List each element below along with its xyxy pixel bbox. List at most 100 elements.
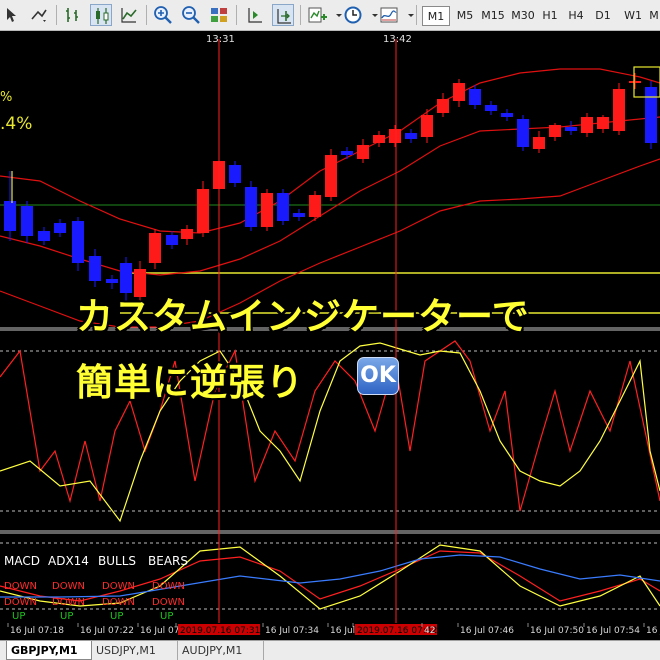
candle-body-3: [54, 223, 66, 233]
candle-body-17: [277, 193, 289, 221]
zoom-out-icon[interactable]: [180, 4, 202, 26]
indicator-label-1: ADX14: [48, 554, 89, 568]
time-label-2: 13:42: [383, 34, 412, 45]
timeframe-m15[interactable]: M15: [478, 6, 508, 26]
candle-body-38: [613, 89, 625, 131]
time-axis: 16 Jul 07:18 16 Jul 07:22 16 Jul 07:2019.0…: [0, 623, 660, 636]
candle-body-20: [325, 155, 337, 197]
cursor-icon[interactable]: [2, 4, 24, 26]
axis-label-2: 16 Jul 07:: [140, 626, 183, 636]
symbol-tabs: GBPJPY,M1 USDJPY,M1 AUDJPY,M1: [0, 640, 660, 660]
candle-body-4: [72, 221, 84, 263]
candle-body-11: [181, 229, 193, 239]
timeframe-h4[interactable]: H4: [564, 6, 588, 26]
signal-row1-1: DOWN: [52, 581, 85, 592]
candle-body-6: [106, 279, 118, 283]
axis-label-9: 16 Jul 07:50: [530, 626, 584, 636]
upper-band: [0, 68, 660, 234]
candle-body-2: [38, 231, 50, 241]
draw-tools-icon[interactable]: [28, 4, 50, 26]
indicators-dropdown-icon[interactable]: [328, 4, 342, 26]
candle-body-40: [645, 87, 657, 143]
candle-body-15: [245, 187, 257, 227]
signal-row2-0: DOWN: [4, 597, 37, 608]
axis-label-11: 16 J: [646, 626, 660, 636]
periods-clock-icon[interactable]: [342, 4, 364, 26]
signal-row2-2: DOWN: [102, 597, 135, 608]
time-label-1: 13:31: [206, 34, 235, 45]
candle-body-25: [405, 133, 417, 139]
candle-body-5: [89, 256, 101, 281]
candle-body-12: [197, 189, 209, 233]
candle-body-31: [501, 113, 513, 117]
timeframe-m5[interactable]: M5: [452, 6, 478, 26]
timeframe-mn-cut[interactable]: M: [648, 6, 660, 26]
pct-label: .4%: [0, 114, 32, 134]
timeframe-m1[interactable]: M1: [422, 6, 450, 26]
candle-body-23: [373, 135, 385, 143]
candle-body-9: [149, 233, 161, 263]
zoom-in-icon[interactable]: [152, 4, 174, 26]
signal-row2-3: DOWN: [152, 597, 185, 608]
candle-body-16: [261, 193, 273, 227]
auto-scroll-icon[interactable]: [244, 4, 266, 26]
candle-body-33: [533, 137, 545, 149]
candle-body-19: [309, 195, 321, 217]
periods-dropdown-icon[interactable]: [364, 4, 378, 26]
candlestick-chart-icon[interactable]: [90, 4, 112, 26]
candle-body-18: [293, 213, 305, 217]
signal-row1-3: DOWN: [152, 581, 185, 592]
candle-body-14: [229, 165, 241, 183]
axis-label-8: 16 Jul 07:46: [460, 626, 514, 636]
axis-label-10: 16 Jul 07:54: [586, 626, 640, 636]
candle-body-22: [357, 145, 369, 159]
candle-body-36: [581, 117, 593, 133]
candle-body-27: [437, 99, 449, 113]
axis-label-3: 2019.07.16 07:31: [180, 626, 260, 636]
headline-line2: 簡単に逆張り: [76, 361, 304, 404]
signal-row3-0: UP: [12, 611, 25, 622]
candle-body-21: [341, 151, 353, 155]
signal-row2-1: DOWN: [52, 597, 85, 608]
timeframe-h1[interactable]: H1: [538, 6, 562, 26]
headline-line1: カスタムインジケーターで: [76, 295, 530, 338]
candle-body-10: [166, 235, 178, 245]
templates-dropdown-icon[interactable]: [400, 4, 414, 26]
chart-shift-icon[interactable]: [272, 4, 294, 26]
axis-label-1: 16 Jul 07:22: [80, 626, 134, 636]
pct-label-top: %: [0, 90, 12, 105]
tab-gbpjpy[interactable]: GBPJPY,M1: [6, 641, 92, 660]
timeframe-d1[interactable]: D1: [590, 6, 616, 26]
signal-row3-3: UP: [160, 611, 173, 622]
candle-body-34: [549, 125, 561, 137]
candle-body-1: [21, 206, 33, 236]
signal-row3-1: UP: [60, 611, 73, 622]
templates-icon[interactable]: [378, 4, 400, 26]
bar-chart-icon[interactable]: [62, 4, 84, 26]
signal-row1-2: DOWN: [102, 581, 135, 592]
candle-body-28: [453, 83, 465, 101]
signal-row3-2: UP: [110, 611, 123, 622]
tile-windows-icon[interactable]: [208, 4, 230, 26]
candle-body-26: [421, 115, 433, 137]
tab-usdjpy[interactable]: USDJPY,M1: [92, 641, 178, 660]
candle-body-37: [597, 117, 609, 129]
line-chart-icon[interactable]: [118, 4, 140, 26]
candlesticks: [4, 66, 660, 303]
candle-body-29: [469, 89, 481, 105]
candle-body-32: [517, 119, 529, 147]
signal-row1-0: DOWN: [4, 581, 37, 592]
timeframe-m30[interactable]: M30: [508, 6, 538, 26]
toolbar: M1 M5 M15 M30 H1 H4 D1 W1 M: [0, 0, 660, 31]
indicators-icon[interactable]: [306, 4, 328, 26]
axis-label-4: 16 Jul 07:34: [265, 626, 319, 636]
axis-label-0: 16 Jul 07:18: [10, 626, 64, 636]
timeframe-w1[interactable]: W1: [620, 6, 646, 26]
indicator-label-0: MACD: [4, 554, 40, 568]
candle-body-39: [629, 81, 641, 83]
ok-emoji-badge: OK: [357, 357, 399, 395]
axis-label-7: 42: [424, 626, 435, 636]
candle-body-24: [389, 129, 401, 143]
candle-body-30: [485, 105, 497, 111]
tab-audjpy[interactable]: AUDJPY,M1: [178, 641, 264, 660]
